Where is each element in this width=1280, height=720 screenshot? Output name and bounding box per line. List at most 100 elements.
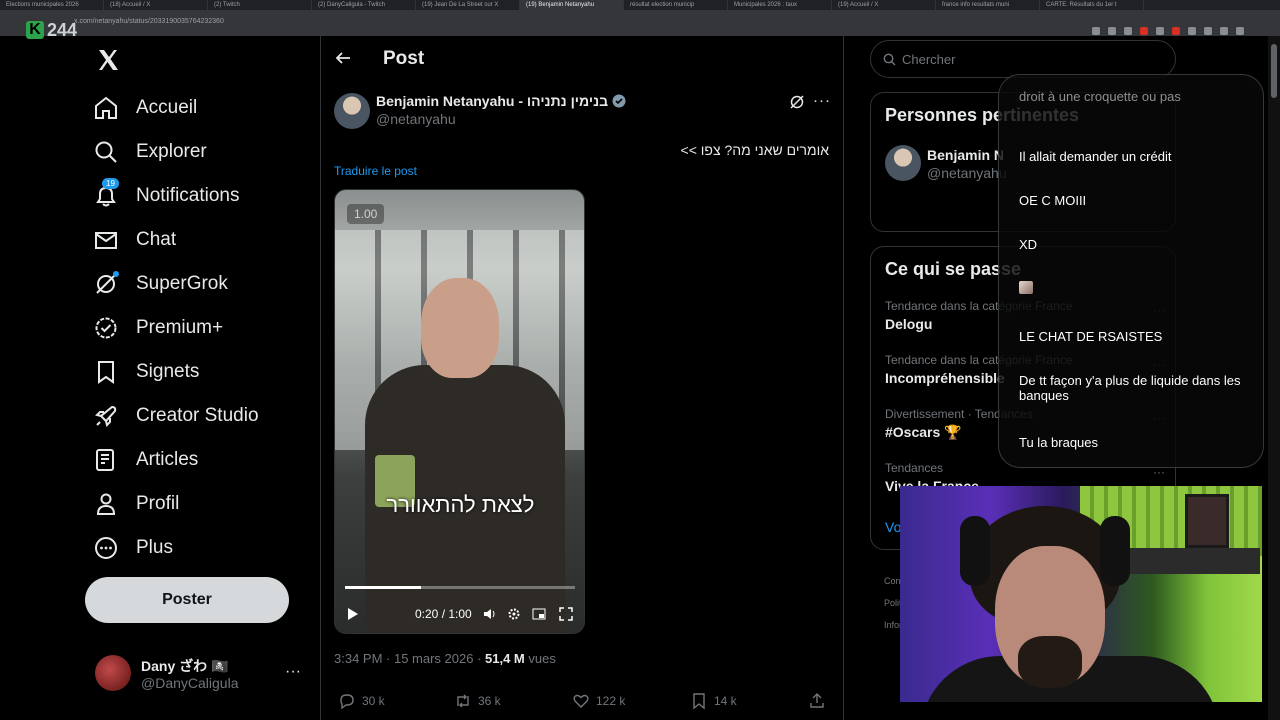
search-icon (883, 53, 896, 65)
nav-item-creator-studio[interactable]: Creator Studio (92, 394, 259, 438)
browser-tab[interactable]: Municipales 2026 : taux (728, 0, 832, 10)
page-title: Post (383, 48, 425, 69)
browser-tab[interactable]: (2) Twitch (208, 0, 312, 10)
like-button[interactable]: 122 k (572, 692, 625, 710)
chat-message: OE C MOIII (1019, 193, 1087, 208)
fullscreen-icon[interactable] (559, 607, 573, 621)
post-actions: 30 k 36 k 122 k 14 k (334, 692, 834, 714)
browser-tab[interactable]: résultat election municip (624, 0, 728, 10)
profile-icon[interactable] (1220, 27, 1228, 35)
cast-icon[interactable] (1108, 27, 1116, 35)
share-button[interactable] (808, 692, 826, 710)
nav-item-chat[interactable]: Chat (92, 218, 176, 262)
chat-message: XD (1019, 237, 1038, 252)
url-text[interactable]: x.com/netanyahu/status/20331900357642323… (74, 18, 224, 25)
verified-gray-icon (612, 94, 626, 108)
translate-link[interactable]: Traduire le post (334, 164, 417, 178)
nav-item-label: Accueil (136, 97, 198, 118)
browser-tab[interactable]: (18) Accueil / X (104, 0, 208, 10)
post-text: אומרים שאני מה? צפו >> (680, 142, 829, 158)
menu-icon[interactable] (1236, 27, 1244, 35)
overlay-logo-text: 244 (47, 19, 78, 40)
author-name[interactable]: Benjamin Netanyahu - בנימין נתניהו (376, 93, 626, 109)
trend-category: Tendances (885, 461, 944, 475)
browser-address-bar[interactable]: x.com/netanyahu/status/20331900357642323… (0, 10, 1280, 36)
reply-button[interactable]: 30 k (338, 692, 385, 710)
chat-message: De tt façon y'a plus de liquide dans les… (1019, 373, 1241, 403)
browser-tab[interactable]: CARTE. Résultats du 1er t (1040, 0, 1144, 10)
home-icon (92, 94, 120, 122)
avatar[interactable] (885, 145, 921, 181)
heart-icon (573, 694, 589, 708)
browser-tab[interactable]: (19) Accueil / X (832, 0, 936, 10)
playback-speed-badge: 1.00 (347, 204, 385, 224)
bookmark-icon (92, 358, 120, 386)
left-navigation: Accueil Explorer 19 Notifications Chat SuperG… (0, 36, 320, 720)
puzzle-icon[interactable] (1188, 27, 1196, 35)
play-icon[interactable] (345, 607, 359, 621)
bookmark-button[interactable]: 14 k (690, 692, 737, 710)
browser-toolbar-icons (1092, 27, 1244, 35)
browser-tab[interactable]: Elections municipales 2026 (0, 0, 104, 10)
post-button[interactable]: Poster (85, 577, 289, 623)
extension-icon[interactable] (1156, 27, 1164, 35)
nav-item-premium[interactable]: Premium+ (92, 306, 223, 350)
person-name[interactable]: Benjamin N (927, 147, 1004, 163)
person-handle[interactable]: @netanyahu (927, 165, 1007, 181)
reply-icon (340, 694, 354, 710)
video-progress-bar[interactable] (345, 586, 575, 589)
nav-item-label: Plus (136, 537, 173, 558)
post-timestamp[interactable]: 3:34 PM · 15 mars 2026 · (334, 651, 485, 666)
webcam-person-beard (1018, 636, 1082, 688)
browser-tab[interactable]: (19) Benjamin Netanyahu (520, 0, 624, 10)
back-arrow-icon[interactable] (335, 50, 351, 66)
nav-item-profil[interactable]: Profil (92, 482, 179, 526)
search-input[interactable]: Chercher (870, 40, 1176, 78)
extension-icon[interactable] (1172, 27, 1180, 35)
scrollbar[interactable] (1268, 36, 1280, 720)
grok-icon (92, 270, 120, 298)
like-count: 122 k (596, 694, 626, 708)
nav-item-articles[interactable]: Articles (92, 438, 198, 482)
chat-message: droit à une croquette ou pas (1019, 89, 1181, 104)
repost-button[interactable]: 36 k (454, 692, 501, 710)
browser-tab-bar: Elections municipales 2026 (18) Accueil /… (0, 0, 1280, 10)
browser-tab[interactable]: (2) DanyCaligula - Twitch (312, 0, 416, 10)
search-icon (92, 138, 120, 166)
nav-item-supergrok[interactable]: SuperGrok (92, 262, 228, 306)
nav-item-signets[interactable]: Signets (92, 350, 199, 394)
nav-item-label: Premium+ (136, 317, 224, 338)
new-dot (113, 271, 119, 277)
scrollbar-thumb[interactable] (1271, 44, 1277, 98)
chat-message: LE CHAT DE RSAISTES (1019, 329, 1163, 344)
nav-item-label: Creator Studio (136, 405, 259, 426)
chat-message: Tu la braques (1019, 435, 1099, 450)
verified-icon (92, 314, 120, 342)
browser-tab[interactable]: (19) Jean De La Street sur X (416, 0, 520, 10)
account-switcher[interactable]: Dany ざわ 🏴‍☠️ @DanyCaligula ··· (95, 651, 305, 695)
nav-item-notifications[interactable]: 19 Notifications (92, 174, 240, 218)
author-handle[interactable]: @netanyahu (376, 111, 456, 127)
volume-icon[interactable] (483, 607, 497, 621)
download-icon[interactable] (1204, 27, 1212, 35)
bookmark-icon (693, 693, 705, 710)
nav-item-accueil[interactable]: Accueil (92, 86, 197, 130)
star-icon[interactable] (1124, 27, 1132, 35)
more-icon[interactable]: ··· (813, 92, 831, 109)
person-icon (92, 490, 120, 518)
nav-item-plus[interactable]: Plus (92, 526, 173, 570)
grok-icon[interactable] (789, 94, 805, 110)
picture-in-picture-icon[interactable] (532, 607, 546, 621)
browser-tab[interactable]: france info resultats muni (936, 0, 1040, 10)
nav-item-label: Notifications (136, 185, 240, 206)
x-logo-icon[interactable] (96, 48, 120, 72)
settings-gear-icon[interactable] (507, 607, 521, 621)
video-progress-fill (345, 586, 421, 589)
more-icon[interactable]: ··· (285, 663, 301, 681)
author-avatar[interactable] (334, 93, 370, 129)
headset-icon (960, 516, 990, 586)
video-player[interactable]: 1.00 לצאת להתאוורר 0:20 / 1:00 (334, 189, 585, 634)
zoom-icon[interactable] (1092, 27, 1100, 35)
nav-item-explorer[interactable]: Explorer (92, 130, 207, 174)
extension-icon[interactable] (1140, 27, 1148, 35)
